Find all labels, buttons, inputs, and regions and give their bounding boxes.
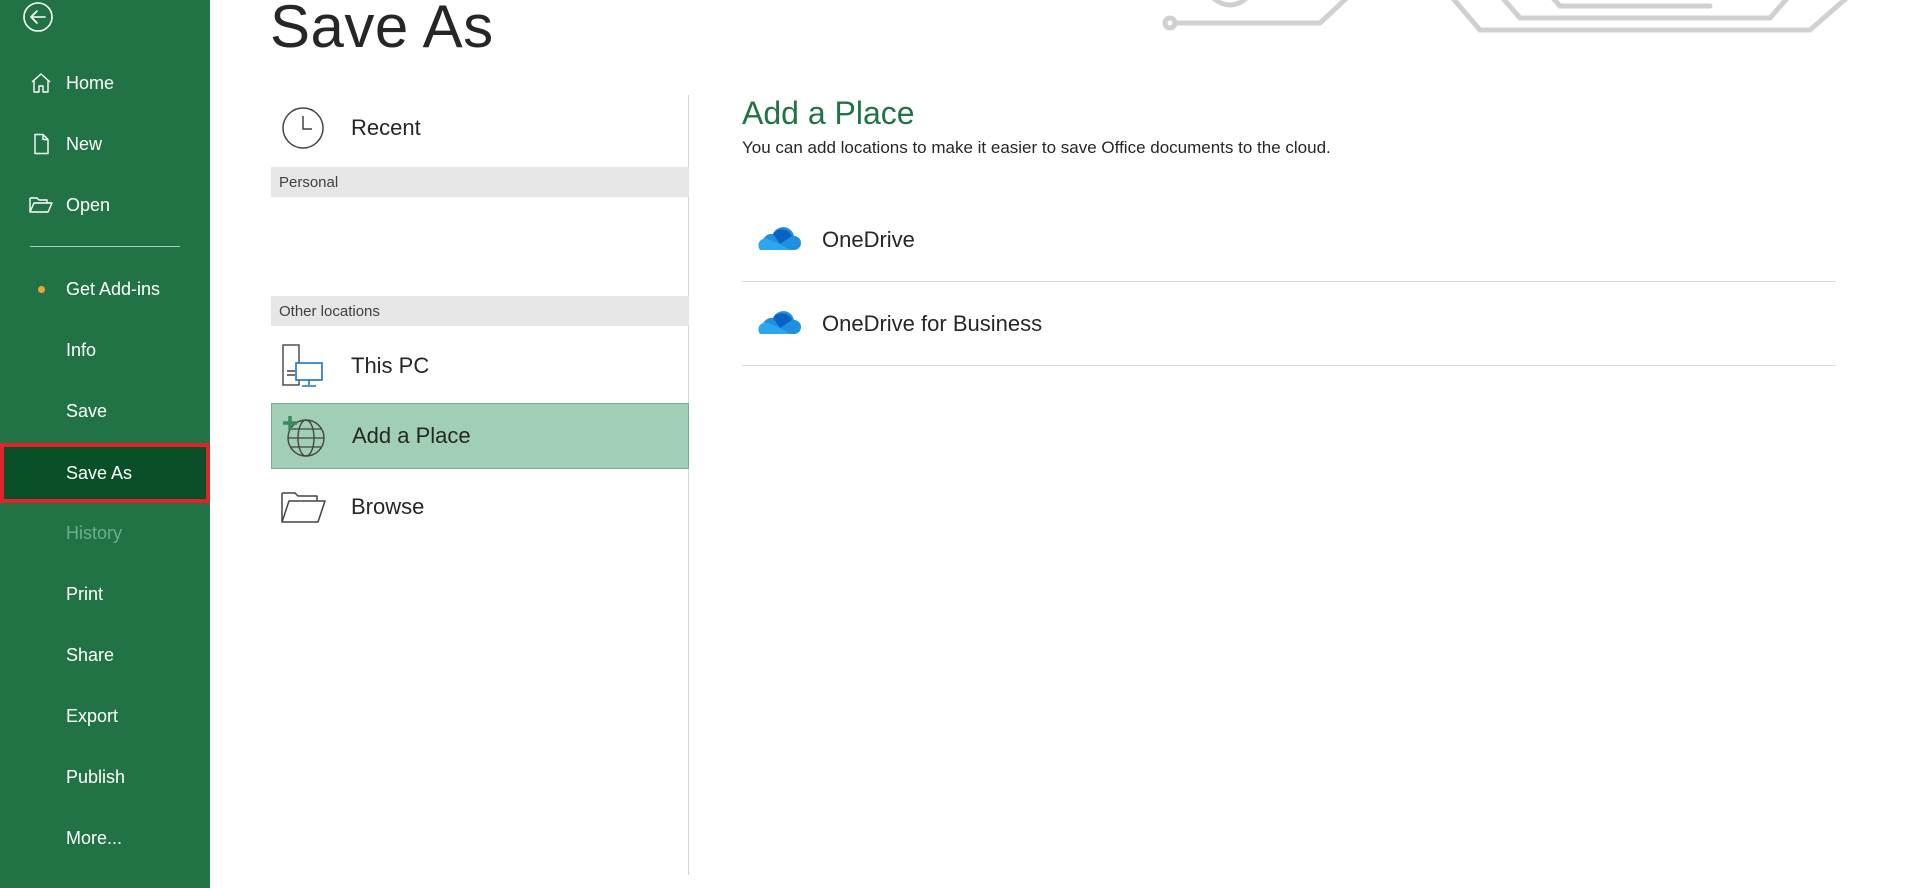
back-button[interactable] xyxy=(20,0,56,34)
nav-info[interactable]: Info xyxy=(0,322,210,378)
nav-save-as-label: Save As xyxy=(66,462,133,483)
place-recent-label: Recent xyxy=(351,115,421,140)
nav-open[interactable]: Open xyxy=(0,177,210,233)
nav-more-label: More... xyxy=(66,827,123,848)
place-add-a-place-label: Add a Place xyxy=(352,423,471,448)
service-onedrive-label: OneDrive xyxy=(822,226,915,252)
nav-get-add-ins-label: Get Add-ins xyxy=(66,278,161,299)
place-browse-label: Browse xyxy=(351,494,425,519)
backstage-nav: Home New Open Get Add-ins Info Save Save… xyxy=(0,0,210,888)
detail-description: You can add locations to make it easier … xyxy=(742,138,1331,157)
globe-plus-icon xyxy=(280,412,328,460)
new-document-icon xyxy=(28,131,54,157)
computer-icon xyxy=(279,342,327,390)
nav-export-label: Export xyxy=(66,705,119,726)
nav-new[interactable]: New xyxy=(0,116,210,172)
detail-title: Add a Place xyxy=(742,95,915,131)
nav-new-label: New xyxy=(66,133,103,154)
nav-home-label: Home xyxy=(66,72,115,93)
places-list: Recent Personal Other locations This PC … xyxy=(271,95,689,875)
onedrive-cloud-icon xyxy=(758,226,801,250)
nav-more[interactable]: More... xyxy=(0,810,210,866)
detail-pane: Add a Place You can add locations to mak… xyxy=(742,95,1842,366)
nav-publish-label: Publish xyxy=(66,766,126,787)
place-this-pc-label: This PC xyxy=(351,353,430,378)
nav-history: History xyxy=(0,505,210,561)
circuit-decoration-icon xyxy=(1162,0,1849,33)
nav-info-label: Info xyxy=(66,339,97,360)
place-browse[interactable]: Browse xyxy=(271,474,689,540)
nav-share-label: Share xyxy=(66,644,115,665)
page-title: Save As xyxy=(270,0,494,60)
folder-icon xyxy=(279,483,327,531)
place-this-pc[interactable]: This PC xyxy=(271,333,689,399)
group-header-personal: Personal xyxy=(271,167,689,197)
nav-divider xyxy=(30,246,180,247)
nav-home[interactable]: Home xyxy=(0,55,210,111)
clock-icon xyxy=(279,104,327,152)
open-folder-icon xyxy=(28,192,54,218)
nav-save-label: Save xyxy=(66,400,108,421)
service-onedrive[interactable]: OneDrive xyxy=(742,198,1836,282)
nav-print-label: Print xyxy=(66,583,104,604)
nav-get-add-ins[interactable]: Get Add-ins xyxy=(0,261,210,317)
nav-open-label: Open xyxy=(66,194,111,215)
place-recent[interactable]: Recent xyxy=(271,95,689,161)
service-onedrive-for-business[interactable]: OneDrive for Business xyxy=(742,282,1836,366)
nav-history-label: History xyxy=(66,522,123,543)
nav-publish[interactable]: Publish xyxy=(0,749,210,805)
nav-save-as[interactable]: Save As xyxy=(0,443,210,503)
notification-dot xyxy=(38,285,45,293)
nav-print[interactable]: Print xyxy=(0,566,210,622)
home-icon xyxy=(28,70,54,96)
nav-export[interactable]: Export xyxy=(0,688,210,744)
service-onedrive-for-business-label: OneDrive for Business xyxy=(822,310,1043,336)
nav-save[interactable]: Save xyxy=(0,383,210,439)
place-add-a-place[interactable]: Add a Place xyxy=(271,403,689,469)
onedrive-cloud-icon xyxy=(758,310,801,334)
back-arrow-icon xyxy=(23,2,53,32)
nav-share[interactable]: Share xyxy=(0,627,210,683)
group-header-other-locations: Other locations xyxy=(271,296,689,326)
